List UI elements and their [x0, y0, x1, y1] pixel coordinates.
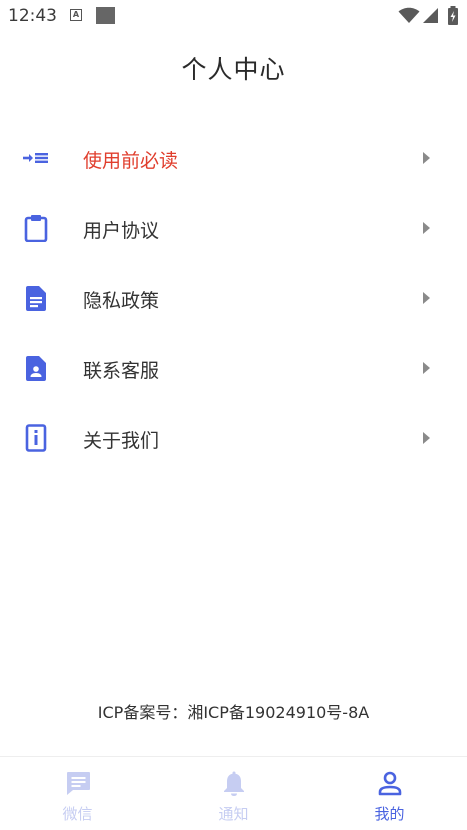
chevron-right-icon — [423, 152, 430, 164]
status-time: 12:43 — [8, 6, 57, 26]
info-icon — [25, 424, 47, 452]
chevron-right-icon — [423, 292, 430, 304]
menu-item-label: 联系客服 — [83, 360, 160, 382]
menu-item-user-agreement[interactable]: 用户协议 — [0, 193, 467, 263]
menu-item-about-us[interactable]: 关于我们 — [0, 403, 467, 473]
menu-item-read-before-use[interactable]: 使用前必读 — [0, 123, 467, 193]
wifi-icon — [398, 7, 420, 23]
person-icon — [378, 771, 402, 796]
menu-item-privacy-policy[interactable]: 隐私政策 — [0, 263, 467, 333]
chevron-right-icon — [423, 362, 430, 374]
menu-item-label: 用户协议 — [83, 220, 160, 242]
chevron-right-icon — [423, 432, 430, 444]
screen: 12:43 A 个人中心 使用前必读 用户协议 隐私政策 联系客服 关于我们 I… — [0, 0, 467, 830]
indent-list-icon — [23, 153, 48, 163]
contact-document-icon — [26, 356, 46, 381]
clipboard-icon — [24, 215, 48, 242]
nav-label: 我的 — [374, 805, 405, 823]
status-bar: 12:43 A — [0, 0, 467, 34]
menu-item-label: 关于我们 — [83, 430, 160, 452]
document-icon — [26, 286, 46, 311]
battery-icon — [448, 6, 458, 25]
page-title: 个人中心 — [181, 55, 286, 84]
tab-notifications[interactable]: 通知 — [156, 757, 311, 830]
notification-a-icon: A — [70, 9, 82, 21]
menu-item-contact-support[interactable]: 联系客服 — [0, 333, 467, 403]
cell-signal-icon — [423, 8, 438, 23]
menu-list: 使用前必读 用户协议 隐私政策 联系客服 关于我们 — [0, 123, 467, 473]
notification-square-icon — [96, 7, 115, 24]
nav-label: 通知 — [218, 805, 249, 823]
tab-mine[interactable]: 我的 — [312, 757, 467, 830]
nav-label: 微信 — [62, 805, 93, 823]
tab-wechat[interactable]: 微信 — [0, 757, 155, 830]
menu-item-label: 使用前必读 — [83, 150, 179, 172]
bottom-nav: 微信 通知 我的 — [0, 756, 467, 830]
icp-record: ICP备案号：湘ICP备19024910号-8A — [97, 703, 370, 722]
chat-bubble-icon — [67, 772, 90, 795]
bell-icon — [224, 771, 244, 796]
chevron-right-icon — [423, 222, 430, 234]
menu-item-label: 隐私政策 — [83, 290, 160, 312]
